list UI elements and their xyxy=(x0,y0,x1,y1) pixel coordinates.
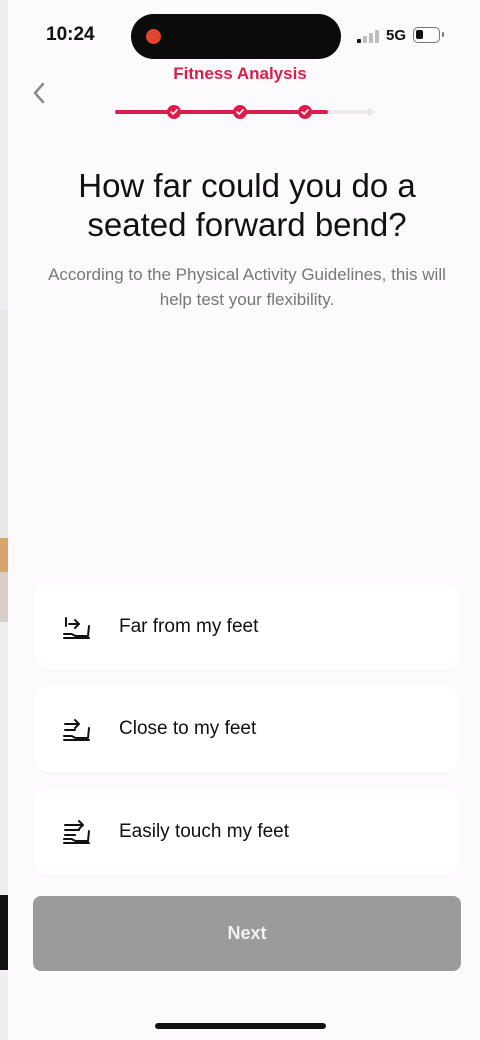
step-complete-icon xyxy=(233,105,247,119)
progress-fill xyxy=(115,110,329,114)
battery-icon xyxy=(413,27,444,43)
background-image-edge xyxy=(0,538,8,572)
background-card-edge xyxy=(0,310,8,540)
option-far-from-feet[interactable]: Far from my feet xyxy=(33,584,461,670)
option-close-to-feet[interactable]: Close to my feet xyxy=(33,686,461,772)
option-label: Easily touch my feet xyxy=(119,821,290,842)
stretch-close-icon xyxy=(63,719,90,741)
home-indicator[interactable] xyxy=(155,1023,326,1029)
chevron-left-icon xyxy=(33,82,45,104)
dynamic-island xyxy=(131,14,341,59)
status-time: 10:24 xyxy=(46,24,95,45)
recording-indicator-icon xyxy=(146,29,161,44)
modal-sheet xyxy=(8,0,480,1040)
option-label: Close to my feet xyxy=(119,718,257,739)
network-type: 5G xyxy=(386,27,407,44)
step-pending-dot xyxy=(367,109,373,115)
background-screen-edge xyxy=(0,0,8,1040)
background-button-edge xyxy=(0,895,8,970)
question-subtitle: According to the Physical Activity Guide… xyxy=(48,265,446,309)
step-complete-icon xyxy=(167,105,181,119)
page-title: Fitness Analysis xyxy=(173,64,307,83)
stretch-touch-icon xyxy=(63,820,90,844)
option-label: Far from my feet xyxy=(119,616,259,637)
signal-strength-icon xyxy=(357,29,379,43)
progress-bar xyxy=(115,104,375,120)
next-button[interactable]: Next xyxy=(33,896,461,971)
step-complete-icon xyxy=(298,105,312,119)
stretch-far-icon xyxy=(63,617,90,639)
question-title: How far could you do a seated forward be… xyxy=(78,167,416,243)
option-touch-feet[interactable]: Easily touch my feet xyxy=(33,789,461,875)
background-image-edge xyxy=(0,572,8,622)
